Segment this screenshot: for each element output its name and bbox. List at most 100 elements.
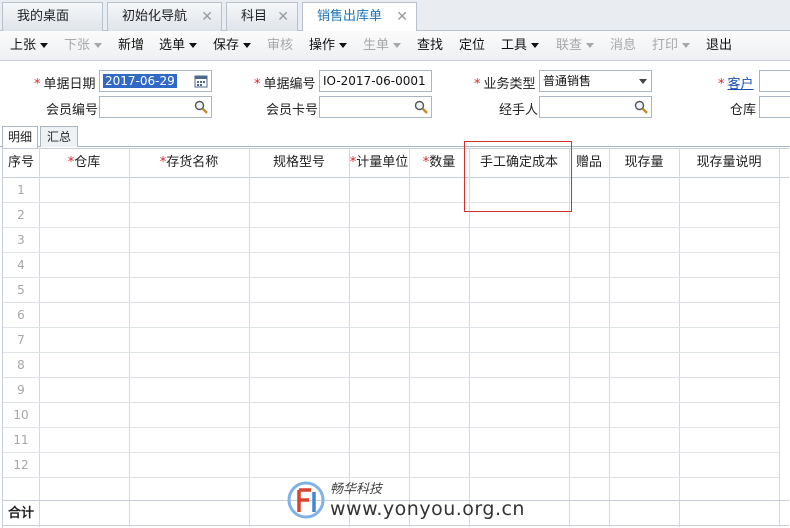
prev-button[interactable]: 上张 bbox=[10, 31, 49, 61]
save-button[interactable]: 保存 bbox=[213, 31, 252, 61]
chevron-down-icon bbox=[339, 43, 348, 48]
col-header-seq[interactable]: 序号 bbox=[3, 149, 39, 179]
column-divider bbox=[569, 501, 570, 527]
tools-button[interactable]: 工具 bbox=[501, 31, 540, 61]
tab-init-navigation[interactable]: 初始化导航 ✕ bbox=[107, 2, 222, 31]
table-row[interactable]: 3 bbox=[3, 228, 779, 253]
search-icon[interactable] bbox=[193, 99, 209, 115]
handler-label: 经手人 bbox=[499, 103, 539, 118]
col-header-gift[interactable]: 赠品 bbox=[569, 149, 609, 179]
find-label: 查找 bbox=[417, 38, 444, 53]
member-no-field[interactable] bbox=[99, 96, 212, 118]
table-row[interactable]: 6 bbox=[3, 303, 779, 328]
row-number: 10 bbox=[13, 408, 29, 422]
col-header-warehouse[interactable]: *仓库 bbox=[39, 149, 129, 179]
row-number: 2 bbox=[17, 208, 25, 222]
tab-detail[interactable]: 明细 bbox=[2, 126, 38, 148]
chevron-down-icon bbox=[243, 43, 252, 48]
column-divider bbox=[39, 501, 40, 527]
member-card-label: 会员卡号 bbox=[266, 103, 319, 118]
row-number: 9 bbox=[17, 383, 25, 397]
find-button[interactable]: 查找 bbox=[417, 31, 443, 61]
chevron-down-icon bbox=[393, 43, 402, 48]
select-bill-button[interactable]: 选单 bbox=[159, 31, 198, 61]
message-button[interactable]: 消息 bbox=[610, 31, 636, 61]
biz-type-label: * 业务类型 bbox=[474, 77, 536, 92]
column-divider bbox=[129, 501, 130, 527]
row-number: 8 bbox=[17, 358, 25, 372]
handler-field[interactable] bbox=[539, 96, 652, 118]
generate-bill-button[interactable]: 生单 bbox=[363, 31, 402, 61]
customer-label[interactable]: * 客户 bbox=[718, 73, 754, 92]
col-header-spec[interactable]: 规格型号 bbox=[249, 149, 349, 179]
annotation-highlight-box bbox=[464, 141, 572, 212]
table-row[interactable]: 11 bbox=[3, 428, 779, 453]
tab-my-desktop[interactable]: 我的桌面 bbox=[2, 2, 103, 31]
table-row[interactable]: 8 bbox=[3, 353, 779, 378]
watermark: 畅华科技 www.yonyou.org.cn bbox=[286, 476, 526, 526]
document-header-form: * 单据日期 2017-06-29 * 单据编号 IO-2017-06-0001 *… bbox=[0, 61, 790, 125]
linked-label: 联查 bbox=[556, 38, 583, 53]
next-button[interactable]: 下张 bbox=[64, 31, 103, 61]
tab-subjects[interactable]: 科目 ✕ bbox=[226, 2, 298, 31]
search-icon[interactable] bbox=[413, 99, 429, 115]
brand-logo-icon bbox=[287, 481, 325, 519]
tab-label: 我的桌面 bbox=[17, 9, 70, 24]
total-label: 合计 bbox=[7, 506, 34, 521]
linked-query-button[interactable]: 联查 bbox=[556, 31, 595, 61]
row-number: 11 bbox=[13, 433, 29, 447]
prev-label: 上张 bbox=[10, 38, 37, 53]
table-row[interactable]: 12 bbox=[3, 453, 779, 478]
doc-date-label: * 单据日期 bbox=[34, 77, 96, 92]
table-row[interactable]: 1 bbox=[3, 178, 779, 203]
grid-header: 序号 *仓库 *存货名称 规格型号 *计量单位 *数量 手工确定成本 赠品 现存… bbox=[3, 148, 789, 178]
col-header-qty[interactable]: *数量 bbox=[409, 149, 469, 179]
tab-sales-outbound[interactable]: 销售出库单 ✕ bbox=[302, 2, 417, 32]
chevron-down-icon bbox=[40, 43, 49, 48]
exit-button[interactable]: 退出 bbox=[706, 31, 732, 61]
select-label: 选单 bbox=[159, 38, 186, 53]
row-number: 12 bbox=[13, 458, 29, 472]
table-row[interactable]: 2 bbox=[3, 203, 779, 228]
table-row[interactable]: 7 bbox=[3, 328, 779, 353]
member-card-field[interactable] bbox=[319, 96, 432, 118]
add-label: 新增 bbox=[118, 38, 145, 53]
row-number: 7 bbox=[17, 333, 25, 347]
calendar-icon[interactable] bbox=[193, 73, 209, 89]
chevron-down-icon[interactable] bbox=[639, 79, 647, 84]
table-row[interactable]: 9 bbox=[3, 378, 779, 403]
doc-no-field[interactable]: IO-2017-06-0001 bbox=[319, 70, 432, 92]
close-icon[interactable]: ✕ bbox=[201, 3, 213, 31]
operate-button[interactable]: 操作 bbox=[309, 31, 348, 61]
audit-button[interactable]: 审核 bbox=[267, 31, 293, 61]
doc-no-label: * 单据编号 bbox=[254, 77, 316, 92]
tab-label: 汇总 bbox=[46, 130, 71, 144]
doc-date-field[interactable]: 2017-06-29 bbox=[99, 70, 212, 92]
customer-field[interactable] bbox=[759, 70, 790, 92]
exit-label: 退出 bbox=[706, 38, 733, 53]
col-header-unit[interactable]: *计量单位 bbox=[349, 149, 409, 179]
search-icon[interactable] bbox=[633, 99, 649, 115]
print-button[interactable]: 打印 bbox=[652, 31, 691, 61]
chevron-down-icon bbox=[94, 43, 103, 48]
table-row[interactable]: 5 bbox=[3, 278, 779, 303]
chevron-down-icon bbox=[586, 43, 595, 48]
close-icon[interactable]: ✕ bbox=[396, 3, 408, 31]
biz-type-value: 普通销售 bbox=[543, 74, 592, 88]
row-number: 3 bbox=[17, 233, 25, 247]
locate-button[interactable]: 定位 bbox=[459, 31, 485, 61]
table-row[interactable]: 10 bbox=[3, 403, 779, 428]
add-button[interactable]: 新增 bbox=[118, 31, 144, 61]
biz-type-select[interactable]: 普通销售 bbox=[539, 70, 652, 92]
column-divider bbox=[679, 501, 680, 527]
save-label: 保存 bbox=[213, 38, 240, 53]
row-number: 4 bbox=[17, 258, 25, 272]
close-icon[interactable]: ✕ bbox=[277, 3, 289, 31]
tab-summary[interactable]: 汇总 bbox=[40, 126, 78, 147]
detail-tab-bar: 明细 汇总 bbox=[0, 125, 790, 148]
col-header-stock[interactable]: 现存量 bbox=[609, 149, 679, 179]
col-header-item-name[interactable]: *存货名称 bbox=[129, 149, 249, 179]
table-row[interactable]: 4 bbox=[3, 253, 779, 278]
col-header-stock-note[interactable]: 现存量说明 bbox=[679, 149, 779, 179]
warehouse-field[interactable] bbox=[759, 96, 790, 118]
